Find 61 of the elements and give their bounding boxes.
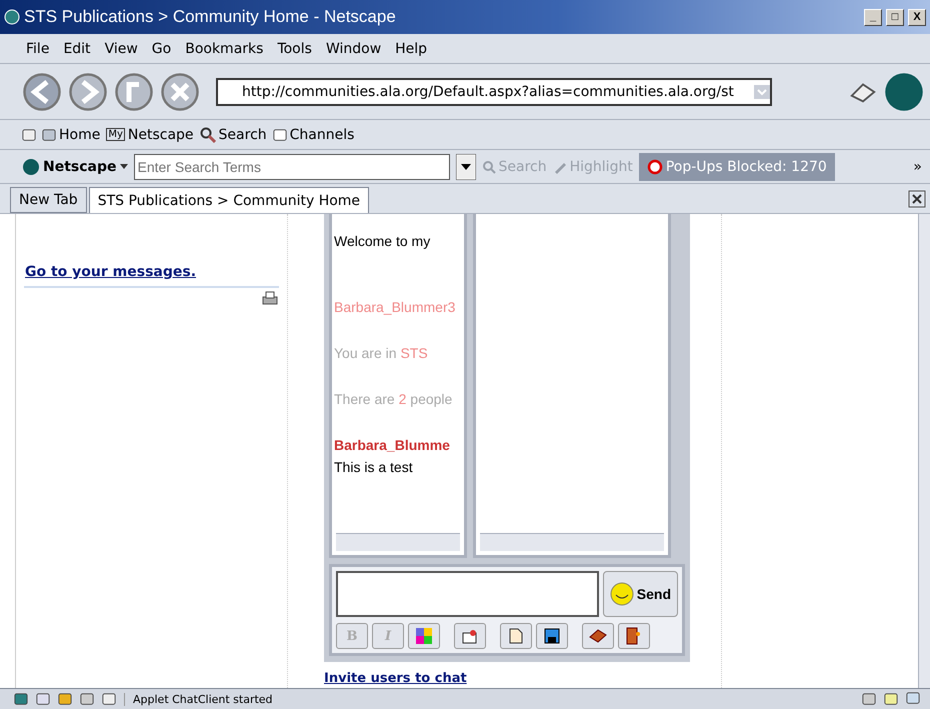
address-field[interactable]: http://communities.ala.org/Default.aspx?alias=communities.ala.org/st xyxy=(216,78,772,106)
netscape-logo-icon xyxy=(884,72,924,112)
messages-link[interactable]: Go to your messages. xyxy=(24,264,279,280)
menu-item[interactable]: Bookmarks xyxy=(181,38,268,58)
blocked-icon xyxy=(646,158,663,174)
pinned-note-icon xyxy=(462,628,478,644)
menu-item[interactable]: Help xyxy=(391,38,432,58)
toolbar-link[interactable]: Channels xyxy=(272,126,354,142)
chat-message: Barbara_Blummer3 xyxy=(334,298,456,316)
menu-item[interactable]: File xyxy=(22,38,54,58)
chat-message: There are 2 people xyxy=(334,390,454,408)
invite-link[interactable]: Invite users to chat xyxy=(324,671,701,686)
forward-icon[interactable] xyxy=(68,72,108,112)
window-control[interactable]: _ xyxy=(864,8,882,26)
note-button[interactable] xyxy=(454,623,486,649)
window-control[interactable]: □ xyxy=(886,8,904,26)
close-icon[interactable] xyxy=(908,190,926,208)
chat-message: Welcome to my xyxy=(334,232,432,250)
search-icon xyxy=(200,126,216,142)
more-button[interactable]: » xyxy=(913,158,922,174)
menu-item[interactable]: Tools xyxy=(273,38,316,58)
page-icon xyxy=(509,628,523,644)
menu-item[interactable]: Window xyxy=(322,38,386,58)
tab[interactable]: New Tab xyxy=(10,187,87,213)
toolbar-link[interactable]: My Netscape xyxy=(106,126,194,142)
reload-icon[interactable] xyxy=(114,72,154,112)
search-icon xyxy=(482,160,496,174)
floppy-icon xyxy=(544,628,560,644)
stop-icon[interactable] xyxy=(160,72,200,112)
toolbar-link[interactable]: Home xyxy=(42,126,100,142)
dropdown-icon[interactable] xyxy=(456,154,476,180)
search-field[interactable]: Enter Search Terms xyxy=(134,154,450,180)
book-button[interactable] xyxy=(582,623,614,649)
new-button[interactable] xyxy=(500,623,532,649)
status-text: Applet ChatClient started xyxy=(124,692,854,706)
chat-message: This is a test xyxy=(334,458,414,476)
netscape-logo-icon xyxy=(22,158,40,176)
window-control[interactable]: X xyxy=(908,8,926,26)
globe-icon xyxy=(4,9,20,25)
toolbar-link[interactable]: Search xyxy=(200,126,267,142)
color-grid-icon xyxy=(416,628,432,644)
chat-message: You are in STS xyxy=(334,344,429,362)
smiley-icon xyxy=(610,582,634,606)
scrollbar[interactable] xyxy=(336,533,460,551)
menu-item[interactable]: Edit xyxy=(59,38,95,58)
window-title: STS Publications > Community Home - Netscape xyxy=(24,7,397,27)
chat-message: Barbara_Blumme xyxy=(334,436,451,454)
menu-item[interactable]: View xyxy=(100,38,142,58)
caret-icon xyxy=(120,164,128,170)
exit-door-icon xyxy=(626,627,642,645)
menu-item[interactable]: Go xyxy=(148,38,176,58)
message-input[interactable] xyxy=(336,571,599,617)
tab[interactable]: STS Publications > Community Home xyxy=(88,187,370,213)
back-icon[interactable] xyxy=(22,72,62,112)
netscape-menu[interactable]: Netscape xyxy=(22,158,128,176)
exit-button[interactable] xyxy=(618,623,650,649)
scrollbar[interactable] xyxy=(480,533,664,551)
color-button[interactable] xyxy=(408,623,440,649)
scrollbar[interactable] xyxy=(918,214,930,688)
save-button[interactable] xyxy=(536,623,568,649)
send-button[interactable]: Send xyxy=(602,571,678,617)
